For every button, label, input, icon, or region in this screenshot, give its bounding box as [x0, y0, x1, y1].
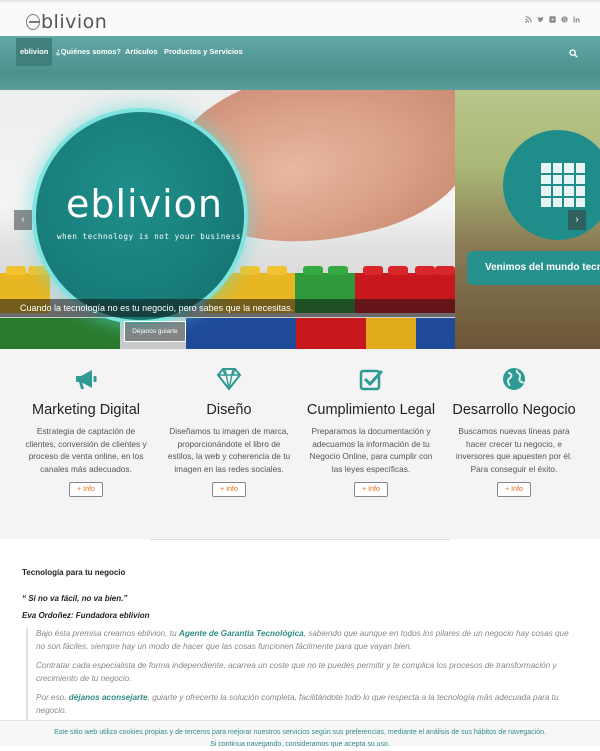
- services-section: Marketing Digital Estrategia de captació…: [0, 349, 600, 539]
- youtube-icon[interactable]: [549, 16, 556, 23]
- agente-garantia-link[interactable]: Agente de Garantía Tecnológica: [179, 629, 304, 638]
- info-button[interactable]: + Info: [69, 482, 103, 497]
- linkedin-icon[interactable]: [573, 16, 580, 23]
- service-title: Desarrollo Negocio: [452, 402, 576, 418]
- globe-icon: [500, 365, 528, 393]
- cookie-banner: Este sitio web utiliza cookies propias y…: [0, 720, 600, 748]
- service-marketing-digital: Marketing Digital Estrategia de captació…: [21, 349, 151, 497]
- nav-item-articulos[interactable]: Artículos: [121, 42, 162, 62]
- skype-icon[interactable]: S: [561, 16, 568, 23]
- service-text: Diseñamos tu imagen de marca, proporcion…: [167, 426, 291, 474]
- top-bar: blivion S: [0, 0, 600, 36]
- service-cumplimiento-legal: Cumplimiento Legal Preparamos la documen…: [306, 349, 436, 497]
- site-logo[interactable]: blivion: [26, 11, 107, 33]
- megaphone-icon: [72, 365, 100, 393]
- nav-item-quienes-somos[interactable]: ¿Quiénes somos?: [52, 42, 125, 62]
- main-nav: eblivion ¿Quiénes somos? Artículos Produ…: [0, 36, 600, 90]
- article-author: Eva Ordoñez: Fundadora eblivion: [22, 611, 150, 620]
- checkbox-icon: [357, 365, 385, 393]
- next-slide-banner: Venimos del mundo tecn: [467, 251, 600, 285]
- service-diseno: Diseño Diseñamos tu imagen de marca, pro…: [164, 349, 294, 497]
- service-text: Estrategia de captación de clientes, con…: [25, 426, 147, 474]
- hero-brand: eblivion: [66, 182, 223, 226]
- logo-text: blivion: [41, 11, 108, 33]
- cookie-text: Este sitio web utiliza cookies propias y…: [54, 729, 546, 736]
- cookie-text-accept: Si continua navegando, consideramos que …: [210, 741, 390, 748]
- dejanos-aconsejarte-link[interactable]: déjanos aconsejarte: [69, 693, 148, 702]
- article-heading: Tecnología para tu negocio: [22, 568, 126, 577]
- hero-slide-current: eblivion when technology is not your bus…: [0, 90, 455, 349]
- diamond-icon: [215, 365, 243, 393]
- grid-icon: [541, 163, 585, 207]
- service-title: Marketing Digital: [32, 402, 140, 418]
- info-button[interactable]: + Info: [497, 482, 531, 497]
- dejanos-guiarte-button[interactable]: Déjanos guiarte: [124, 321, 186, 342]
- search-icon[interactable]: [569, 45, 578, 58]
- hero-caption: Cuando la tecnología no es tu negocio, p…: [0, 299, 455, 317]
- info-button[interactable]: + Info: [354, 482, 388, 497]
- nav-item-eblivion[interactable]: eblivion: [16, 38, 53, 66]
- hero-slider: eblivion when technology is not your bus…: [0, 90, 600, 349]
- twitter-icon[interactable]: [537, 16, 544, 23]
- article-quote: “ Si no va fácil, no va bien.”: [22, 594, 128, 603]
- slider-next-arrow-icon[interactable]: ›: [568, 210, 586, 230]
- slider-prev-arrow-icon[interactable]: ‹: [14, 210, 32, 230]
- service-desarrollo-negocio: Desarrollo Negocio Buscamos nuevas línea…: [449, 349, 579, 497]
- article-paragraph: Por eso, déjanos aconsejarte, guiarte y …: [36, 693, 559, 715]
- service-text: Preparamos la documentación y adecuamos …: [309, 426, 433, 474]
- hero-tagline: when technology is not your business: [57, 232, 242, 241]
- brand-circle: eblivion when technology is not your bus…: [36, 112, 244, 320]
- info-button[interactable]: + Info: [212, 482, 246, 497]
- article-paragraph: Contratar cada especialista de forma ind…: [36, 661, 557, 683]
- service-text: Buscamos nuevas líneas para hacer crecer…: [455, 426, 573, 474]
- nav-item-productos-servicios[interactable]: Productos y Servicios: [160, 42, 247, 62]
- service-title: Diseño: [206, 402, 252, 418]
- social-links: S: [525, 16, 580, 23]
- service-title: Cumplimiento Legal: [306, 402, 436, 418]
- rss-icon[interactable]: [525, 16, 532, 23]
- article-paragraph: Bajo ésta premisa creamos eblivion, tu A…: [36, 629, 569, 651]
- intro-article: Tecnología para tu negocio “ Si no va fá…: [0, 540, 600, 724]
- logo-e-mark: [26, 14, 40, 30]
- article-blockquote: Bajo ésta premisa creamos eblivion, tu A…: [26, 628, 578, 724]
